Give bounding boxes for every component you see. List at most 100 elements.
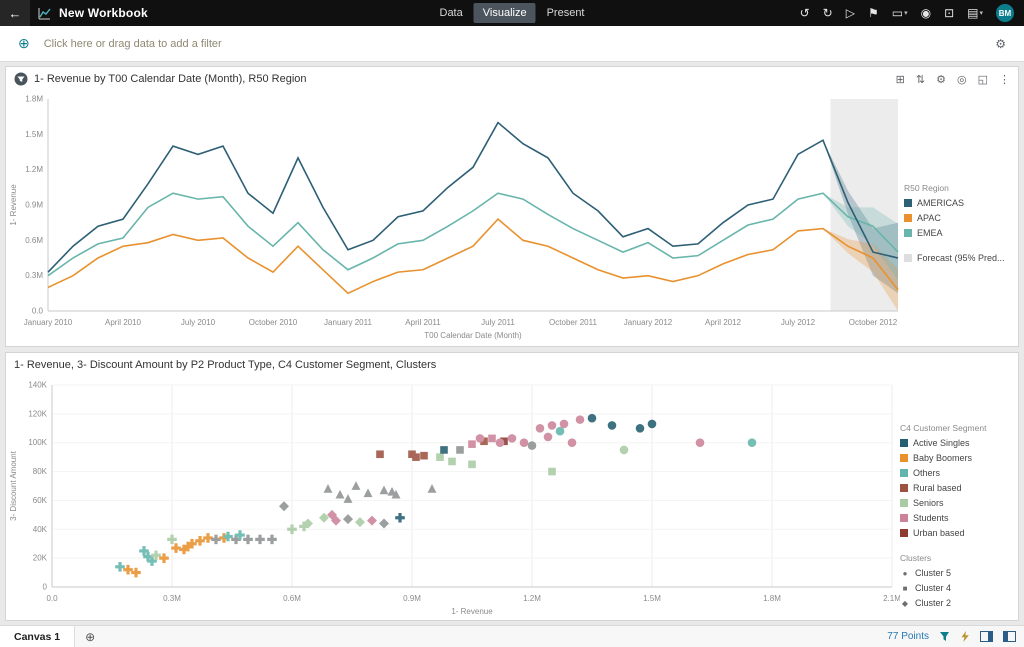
- export-button[interactable]: ⊡: [944, 6, 954, 20]
- present-mode-button[interactable]: ▭▾: [892, 6, 908, 20]
- legend-label: Baby Boomers: [913, 453, 972, 463]
- svg-text:0.0: 0.0: [32, 307, 44, 316]
- legend-item[interactable]: Baby Boomers: [900, 453, 1010, 463]
- filter-bar-menu-icon[interactable]: ⚙: [989, 36, 1012, 52]
- line-chart-header: 1- Revenue by T00 Calendar Date (Month),…: [6, 67, 1018, 91]
- app-header: ← New Workbook Data Visualize Present ↺ …: [0, 0, 1024, 26]
- add-canvas-button[interactable]: ⊕: [75, 630, 105, 644]
- run-button[interactable]: ▷: [846, 6, 855, 20]
- series-line-APAC[interactable]: [48, 219, 898, 293]
- tab-data[interactable]: Data: [431, 3, 472, 23]
- scatter-points[interactable]: [115, 414, 756, 577]
- line-chart-toolbar: ⊞ ⇅ ⚙ ◎ ◱ ⋮: [896, 73, 1010, 86]
- legend-shape-icon: ●: [900, 569, 910, 578]
- legend-item[interactable]: ◆Cluster 2: [900, 598, 1010, 608]
- legend-item[interactable]: ■Cluster 4: [900, 583, 1010, 593]
- legend-swatch: [900, 469, 908, 477]
- back-button[interactable]: ←: [0, 0, 30, 26]
- filter-prompt[interactable]: Click here or drag data to add a filter: [44, 38, 222, 50]
- legend-label: Cluster 5: [915, 568, 951, 578]
- monitor-icon: ▭: [892, 6, 903, 20]
- legend-label: Forecast (95% Pred...: [917, 253, 1005, 263]
- svg-text:0.6M: 0.6M: [283, 594, 301, 603]
- legend-label: Urban based: [913, 528, 965, 538]
- flag-icon: ⚑: [868, 6, 879, 20]
- grammar-panel-toggle-icon[interactable]: [980, 631, 993, 642]
- legend-item[interactable]: Rural based: [900, 483, 1010, 493]
- canvas-tab[interactable]: Canvas 1: [0, 626, 75, 647]
- save-icon: ▤: [967, 6, 978, 20]
- legend-swatch: [904, 229, 912, 237]
- line-chart-panel[interactable]: 1- Revenue by T00 Calendar Date (Month),…: [5, 66, 1019, 347]
- svg-text:1- Revenue: 1- Revenue: [9, 184, 18, 226]
- svg-text:1.2M: 1.2M: [523, 594, 541, 603]
- svg-text:60K: 60K: [33, 496, 48, 505]
- legend-swatch: [900, 454, 908, 462]
- scatter-plot[interactable]: 020K40K60K80K100K120K140K0.00.3M0.6M0.9M…: [6, 377, 900, 621]
- save-button[interactable]: ▤▾: [967, 6, 983, 20]
- expand-icon[interactable]: ◱: [978, 73, 988, 86]
- legend-swatch: [900, 484, 908, 492]
- svg-text:1.2M: 1.2M: [25, 165, 43, 174]
- menu-kebab-icon[interactable]: ⋮: [999, 73, 1010, 86]
- svg-text:80K: 80K: [33, 467, 48, 476]
- legend-item[interactable]: Active Singles: [900, 438, 1010, 448]
- scatter-body: 020K40K60K80K100K120K140K0.00.3M0.6M0.9M…: [6, 377, 1018, 621]
- legend-item[interactable]: ● Cluster 5: [900, 568, 1010, 578]
- svg-text:T00 Calendar Date (Month): T00 Calendar Date (Month): [424, 331, 522, 340]
- scatter-legend: C4 Customer SegmentActive SinglesBaby Bo…: [900, 377, 1014, 613]
- gear-icon[interactable]: ⚙: [936, 73, 946, 86]
- viz-filter-funnel-icon: [14, 72, 28, 86]
- mode-tabs: Data Visualize Present: [431, 0, 594, 26]
- legend-label: APAC: [917, 213, 941, 223]
- redo-button[interactable]: ↻: [823, 6, 833, 20]
- filter-bar: ⊕ Click here or drag data to add a filte…: [0, 26, 1024, 62]
- legend-item[interactable]: Students: [900, 513, 1010, 523]
- line-chart-plot[interactable]: 0.00.3M0.6M0.9M1.2M1.5M1.8MJanuary 2010A…: [6, 91, 904, 345]
- legend-shape-icon: ■: [900, 584, 910, 593]
- svg-text:1.5M: 1.5M: [25, 130, 43, 139]
- legend-label: Others: [913, 468, 940, 478]
- legend-swatch: [900, 514, 908, 522]
- pin-icon[interactable]: ◎: [957, 73, 967, 86]
- svg-text:20K: 20K: [33, 554, 48, 563]
- lightbulb-icon: ◉: [921, 6, 931, 20]
- legend-label: EMEA: [917, 228, 943, 238]
- header-actions: ↺ ↻ ▷ ⚑ ▭▾ ◉ ⊡ ▤▾ BM: [800, 4, 1024, 22]
- svg-text:October 2011: October 2011: [549, 318, 597, 327]
- svg-text:January 2012: January 2012: [624, 318, 673, 327]
- scatter-panel[interactable]: 1- Revenue, 3- Discount Amount by P2 Pro…: [5, 352, 1019, 621]
- add-filter-icon[interactable]: ⊕: [12, 34, 36, 53]
- undo-button[interactable]: ↺: [800, 6, 810, 20]
- legend-item[interactable]: APAC: [904, 213, 1010, 223]
- legend-item[interactable]: AMERICAS: [904, 198, 1010, 208]
- sort-icon[interactable]: ⇅: [916, 73, 925, 86]
- grid-icon[interactable]: ⊞: [896, 73, 905, 86]
- legend-item[interactable]: EMEA: [904, 228, 1010, 238]
- user-avatar[interactable]: BM: [996, 4, 1014, 22]
- legend-title: R50 Region: [904, 183, 1010, 193]
- insights-button[interactable]: ◉: [921, 6, 931, 20]
- svg-text:0.9M: 0.9M: [25, 201, 43, 210]
- app-window: ← New Workbook Data Visualize Present ↺ …: [0, 0, 1024, 647]
- svg-text:April 2012: April 2012: [705, 318, 742, 327]
- legend-item[interactable]: Others: [900, 468, 1010, 478]
- legend-item[interactable]: Forecast (95% Pred...: [904, 253, 1010, 263]
- quick-insights-icon[interactable]: [960, 631, 970, 642]
- data-panel-toggle-icon[interactable]: [1003, 631, 1016, 642]
- flag-button[interactable]: ⚑: [868, 6, 879, 20]
- tab-visualize[interactable]: Visualize: [474, 3, 536, 23]
- legend-swatch: [900, 439, 908, 447]
- legend-shape-icon: ◆: [900, 599, 910, 608]
- svg-text:July 2012: July 2012: [781, 318, 816, 327]
- legend-swatch: [900, 529, 908, 537]
- tab-present[interactable]: Present: [538, 3, 594, 23]
- svg-text:0.6M: 0.6M: [25, 236, 43, 245]
- line-chart-title: 1- Revenue by T00 Calendar Date (Month),…: [34, 73, 307, 85]
- canvas-tabs-bar: Canvas 1 ⊕ 77 Points: [0, 625, 1024, 647]
- legend-item[interactable]: Urban based: [900, 528, 1010, 538]
- filters-status-icon[interactable]: [939, 631, 950, 642]
- play-icon: ▷: [846, 6, 855, 20]
- legend-item[interactable]: Seniors: [900, 498, 1010, 508]
- scatter-title: 1- Revenue, 3- Discount Amount by P2 Pro…: [14, 359, 436, 371]
